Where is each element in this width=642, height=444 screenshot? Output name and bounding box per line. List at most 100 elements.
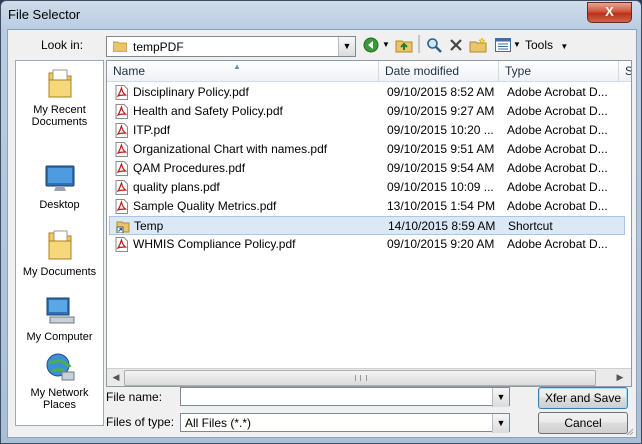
look-in-value: tempPDF xyxy=(133,40,184,54)
sort-ascending-icon: ▲ xyxy=(233,62,241,71)
file-list[interactable]: Name ▲ Date modified Type S Disciplinary… xyxy=(106,60,632,387)
my-computer-icon xyxy=(16,296,103,329)
place-label: My Recent Documents xyxy=(31,104,88,128)
column-date-label: Date modified xyxy=(385,64,460,78)
scroll-left-icon[interactable]: ◀ xyxy=(108,370,124,385)
network-places-icon xyxy=(16,352,103,385)
views-dropdown-icon[interactable]: ▼ xyxy=(513,35,521,55)
scroll-thumb[interactable] xyxy=(124,370,596,386)
type-cell: Adobe Acrobat D... xyxy=(507,104,608,118)
place-label: My Documents xyxy=(22,266,97,278)
type-cell: Adobe Acrobat D... xyxy=(507,199,608,213)
save-button[interactable]: Xfer and Save xyxy=(538,387,628,409)
file-name-cell: quality plans.pdf xyxy=(133,180,220,194)
date-modified-cell: 14/10/2015 8:59 AM xyxy=(388,219,496,233)
column-header-name[interactable]: Name xyxy=(107,61,379,81)
type-cell: Adobe Acrobat D... xyxy=(507,161,608,175)
table-row[interactable]: Organizational Chart with names.pdf 09/10… xyxy=(109,140,625,159)
chevron-down-icon: ▼ xyxy=(560,42,569,51)
file-name-label: File name: xyxy=(106,390,163,404)
date-modified-cell: 09/10/2015 10:09 ... xyxy=(387,180,494,194)
file-name-cell: Organizational Chart with names.pdf xyxy=(133,142,328,156)
chevron-down-icon[interactable]: ▼ xyxy=(492,414,509,433)
table-row[interactable]: Health and Safety Policy.pdf 09/10/2015 9… xyxy=(109,102,625,121)
type-cell: Shortcut xyxy=(508,219,553,233)
column-name-label: Name xyxy=(113,64,146,78)
file-name-cell: Health and Safety Policy.pdf xyxy=(133,104,283,118)
table-row[interactable]: ITP.pdf 09/10/2015 10:20 ... Adobe Acrobat… xyxy=(109,121,625,140)
place-network-places[interactable]: My Network Places xyxy=(16,352,103,411)
toolbar-separator xyxy=(418,35,420,53)
chevron-down-icon[interactable]: ▼ xyxy=(492,388,509,407)
column-type-label: Type xyxy=(505,64,532,78)
column-header-type[interactable]: Type xyxy=(499,61,619,81)
recent-documents-icon xyxy=(16,67,103,102)
file-name-cell: Temp xyxy=(134,219,164,233)
table-row[interactable]: Sample Quality Metrics.pdf 13/10/2015 1:5… xyxy=(109,197,625,216)
look-in-label: Look in: xyxy=(41,38,84,52)
places-bar: My Recent Documents Desktop My Documents… xyxy=(15,60,104,426)
folder-icon xyxy=(112,40,128,55)
scroll-right-icon[interactable]: ▶ xyxy=(612,370,628,385)
table-row[interactable]: QAM Procedures.pdf 09/10/2015 9:54 AM Adob… xyxy=(109,159,625,178)
file-name-cell: WHMIS Compliance Policy.pdf xyxy=(133,237,296,251)
up-folder-icon[interactable] xyxy=(394,35,414,55)
file-type-label: Files of type: xyxy=(106,415,175,429)
place-recent-documents[interactable]: My Recent Documents xyxy=(16,67,103,128)
resize-grip-icon[interactable] xyxy=(624,425,634,436)
close-button[interactable]: X xyxy=(587,2,632,23)
pdf-icon xyxy=(115,237,128,258)
date-modified-cell: 13/10/2015 1:54 PM xyxy=(387,199,496,213)
look-in-combo[interactable]: tempPDF ▼ xyxy=(106,36,356,57)
date-modified-cell: 09/10/2015 9:20 AM xyxy=(387,237,495,251)
column-header-date[interactable]: Date modified xyxy=(379,61,499,81)
table-row[interactable]: quality plans.pdf 09/10/2015 10:09 ... Ado… xyxy=(109,178,625,197)
window-title: File Selector xyxy=(8,7,81,22)
cancel-button[interactable]: Cancel xyxy=(538,412,628,434)
tools-menu[interactable]: Tools ▼ xyxy=(525,38,568,52)
date-modified-cell: 09/10/2015 9:27 AM xyxy=(387,104,495,118)
back-icon[interactable] xyxy=(361,35,381,55)
place-desktop[interactable]: Desktop xyxy=(16,164,103,211)
file-type-value: All Files (*.*) xyxy=(185,416,252,430)
file-type-select[interactable]: All Files (*.*) ▼ xyxy=(180,413,510,433)
table-row[interactable]: Temp 14/10/2015 8:59 AM Shortcut xyxy=(109,216,625,235)
type-cell: Adobe Acrobat D... xyxy=(507,142,608,156)
title-bar[interactable]: File Selector X xyxy=(1,1,641,29)
horizontal-scrollbar[interactable]: ◀ ▶ xyxy=(107,368,631,386)
back-dropdown-icon[interactable]: ▼ xyxy=(381,35,391,55)
file-selector-window: File Selector X Look in: tempPDF ▼ ▼ ▼ T… xyxy=(0,0,642,444)
type-cell: Adobe Acrobat D... xyxy=(507,237,608,251)
date-modified-cell: 09/10/2015 9:54 AM xyxy=(387,161,495,175)
my-documents-icon xyxy=(16,229,103,264)
type-cell: Adobe Acrobat D... xyxy=(507,85,608,99)
file-name-cell: Disciplinary Policy.pdf xyxy=(133,85,249,99)
place-label: My Computer xyxy=(26,331,93,343)
tools-label: Tools xyxy=(525,38,554,52)
column-header-size[interactable]: S xyxy=(619,61,631,81)
column-size-label: S xyxy=(625,64,631,78)
delete-icon[interactable] xyxy=(446,35,466,55)
search-icon[interactable] xyxy=(424,35,444,55)
dialog-client: Look in: tempPDF ▼ ▼ ▼ Tools ▼ My Recent… xyxy=(7,29,637,438)
file-name-combo[interactable]: ▼ xyxy=(180,387,510,407)
file-name-cell: QAM Procedures.pdf xyxy=(133,161,246,175)
type-cell: Adobe Acrobat D... xyxy=(507,180,608,194)
new-folder-icon[interactable] xyxy=(468,35,488,55)
file-name-cell: ITP.pdf xyxy=(133,123,171,137)
type-cell: Adobe Acrobat D... xyxy=(507,123,608,137)
place-label: Desktop xyxy=(39,199,80,211)
place-my-documents[interactable]: My Documents xyxy=(16,229,103,278)
table-row[interactable]: WHMIS Compliance Policy.pdf 09/10/2015 9:… xyxy=(109,235,625,254)
place-label: My Network Places xyxy=(30,387,89,411)
date-modified-cell: 09/10/2015 8:52 AM xyxy=(387,85,495,99)
place-my-computer[interactable]: My Computer xyxy=(16,296,103,343)
date-modified-cell: 09/10/2015 9:51 AM xyxy=(387,142,495,156)
desktop-icon xyxy=(16,164,103,197)
table-row[interactable]: Disciplinary Policy.pdf 09/10/2015 8:52 A… xyxy=(109,83,625,102)
views-icon[interactable] xyxy=(493,35,513,55)
list-header: Name ▲ Date modified Type S xyxy=(107,61,631,82)
file-name-cell: Sample Quality Metrics.pdf xyxy=(133,199,277,213)
date-modified-cell: 09/10/2015 10:20 ... xyxy=(387,123,494,137)
chevron-down-icon[interactable]: ▼ xyxy=(338,37,355,56)
